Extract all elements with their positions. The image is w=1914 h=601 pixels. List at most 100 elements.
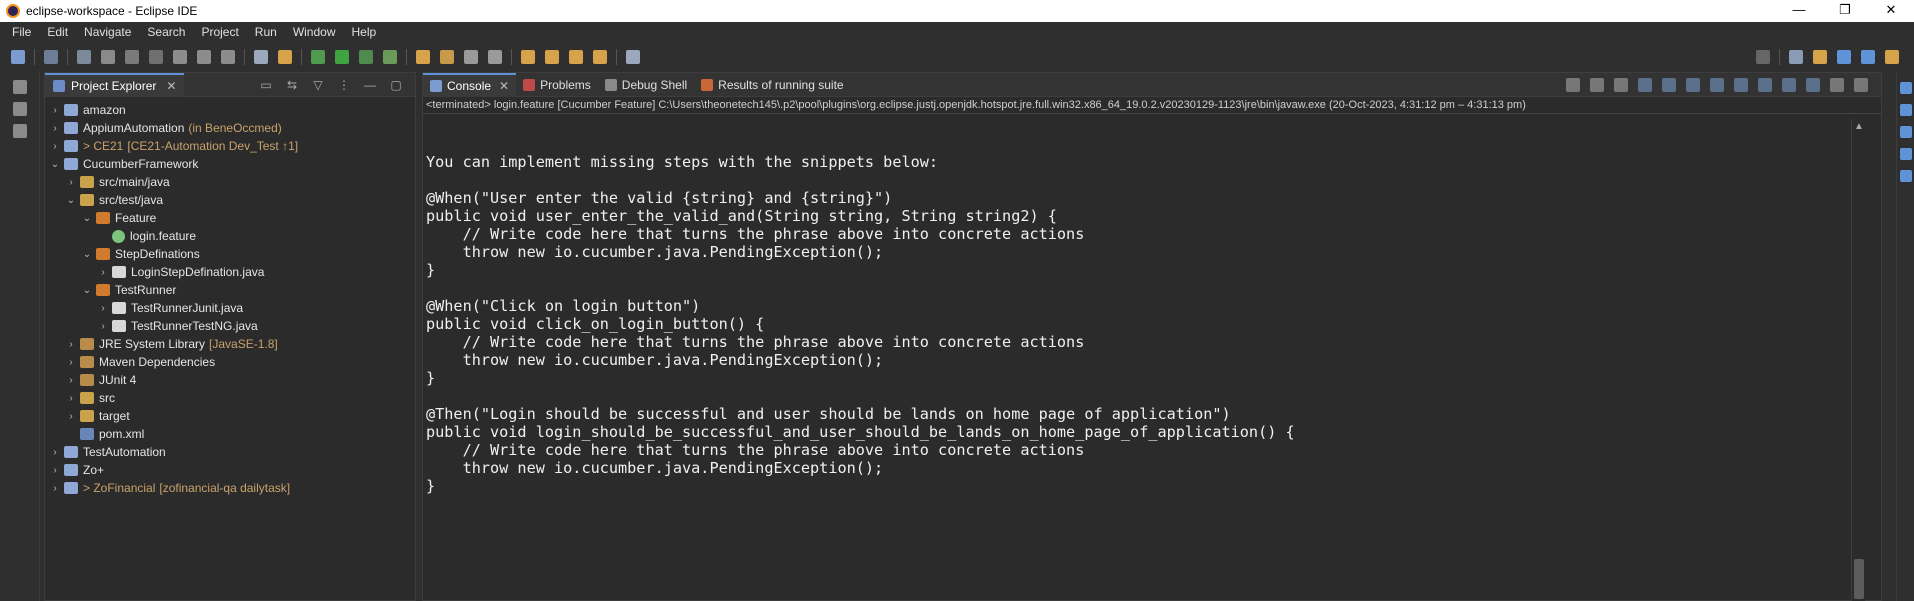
chevron-right-icon[interactable]: ›: [65, 339, 77, 350]
view-menu-icon[interactable]: ⋮: [337, 78, 351, 92]
open-perspective-icon[interactable]: [1789, 50, 1803, 64]
forward-icon[interactable]: [593, 50, 607, 64]
tab-debug-shell[interactable]: Debug Shell: [598, 73, 694, 97]
chevron-down-icon[interactable]: ⌄: [81, 213, 93, 224]
java-ee-perspective-icon[interactable]: [1813, 50, 1827, 64]
terminate-icon[interactable]: [1566, 77, 1580, 92]
close-tab-icon[interactable]: ✕: [499, 79, 509, 93]
chevron-right-icon[interactable]: ›: [49, 105, 61, 116]
chevron-right-icon[interactable]: ›: [65, 177, 77, 188]
open-console-icon[interactable]: [1806, 77, 1820, 92]
tree-node[interactable]: › > CE21 [CE21-Automation Dev_Test ↑1]: [49, 137, 298, 155]
prev-annotation-icon[interactable]: [521, 50, 535, 64]
coverage-icon[interactable]: [359, 50, 373, 64]
filter-icon[interactable]: ▽: [311, 78, 325, 92]
restore-view-icon[interactable]: [1899, 82, 1912, 94]
menu-window[interactable]: Window: [285, 25, 344, 39]
new-class-icon[interactable]: [464, 50, 478, 64]
menu-help[interactable]: Help: [344, 25, 385, 39]
chevron-right-icon[interactable]: ›: [97, 267, 109, 278]
new-icon[interactable]: [11, 50, 25, 64]
scroll-lock-icon[interactable]: [1662, 77, 1676, 92]
restore-button[interactable]: ❐: [1822, 0, 1868, 22]
open-task-icon[interactable]: [488, 50, 502, 64]
next-annotation-icon[interactable]: [545, 50, 559, 64]
tree-node[interactable]: › Maven Dependencies: [65, 353, 215, 371]
close-window-button[interactable]: ✕: [1868, 0, 1914, 22]
tree-node[interactable]: › src/main/java: [65, 173, 169, 191]
step-into-icon[interactable]: [173, 50, 187, 64]
minimize-view-icon[interactable]: [1830, 77, 1844, 92]
step-over-icon[interactable]: [197, 50, 211, 64]
chevron-down-icon[interactable]: ⌄: [65, 195, 77, 206]
tree-node[interactable]: ⌄ Feature: [81, 209, 157, 227]
chevron-right-icon[interactable]: ›: [49, 123, 61, 134]
markers-icon[interactable]: [1899, 148, 1912, 160]
pin-editor-icon[interactable]: [626, 50, 640, 64]
scrollbar-thumb[interactable]: [1854, 559, 1864, 599]
chevron-right-icon[interactable]: ›: [65, 375, 77, 386]
suspend-icon[interactable]: [101, 50, 115, 64]
task-list-icon[interactable]: [12, 124, 27, 138]
tree-node[interactable]: › src: [65, 389, 115, 407]
new-package-icon[interactable]: [440, 50, 454, 64]
menu-file[interactable]: File: [4, 25, 39, 39]
skip-breakpoints-icon[interactable]: [44, 50, 58, 64]
resume-icon[interactable]: [77, 50, 91, 64]
terminate-icon[interactable]: [125, 50, 139, 64]
tree-node[interactable]: › TestAutomation: [49, 443, 165, 461]
bookmarks-icon[interactable]: [1899, 170, 1912, 182]
chevron-right-icon[interactable]: ›: [97, 303, 109, 314]
chevron-down-icon[interactable]: ⌄: [81, 285, 93, 296]
run-icon[interactable]: [335, 50, 349, 64]
search-icon[interactable]: [1756, 50, 1770, 64]
chevron-right-icon[interactable]: ›: [49, 465, 61, 476]
console-scrollbar[interactable]: ▲: [1851, 119, 1865, 601]
disconnect-icon[interactable]: [149, 50, 163, 64]
chevron-right-icon[interactable]: ›: [97, 321, 109, 332]
step-return-icon[interactable]: [221, 50, 235, 64]
menu-search[interactable]: Search: [139, 25, 193, 39]
chevron-down-icon[interactable]: ⌄: [49, 159, 61, 170]
tree-node[interactable]: › > ZoFinancial [zofinancial-qa dailytask]: [49, 479, 290, 497]
open-type-hierarchy-icon[interactable]: [278, 50, 292, 64]
tree-node[interactable]: ⌄ StepDefinations: [81, 245, 200, 263]
tab-project-explorer[interactable]: Project Explorer ✕: [45, 72, 185, 97]
tab-results-of-running-suite[interactable]: Results of running suite: [694, 73, 850, 97]
link-with-editor-icon[interactable]: ⇆: [285, 78, 299, 92]
menu-run[interactable]: Run: [247, 25, 285, 39]
show-on-error-icon[interactable]: [1734, 77, 1748, 92]
menu-project[interactable]: Project: [193, 25, 246, 39]
collapse-all-icon[interactable]: ▭: [259, 78, 273, 92]
scroll-up-icon[interactable]: ▲: [1852, 121, 1866, 132]
menu-navigate[interactable]: Navigate: [76, 25, 139, 39]
minimize-view-icon[interactable]: —: [363, 78, 377, 92]
close-tab-icon[interactable]: ✕: [166, 79, 176, 93]
tree-node[interactable]: › TestRunnerTestNG.java: [97, 317, 257, 335]
restore-view-icon[interactable]: [12, 80, 27, 94]
tree-node[interactable]: › LoginStepDefination.java: [97, 263, 264, 281]
tree-node[interactable]: pom.xml: [65, 425, 144, 443]
maximize-view-icon[interactable]: [1854, 77, 1868, 92]
debug-perspective-icon[interactable]: [1861, 50, 1875, 64]
remove-launch-icon[interactable]: [1590, 77, 1604, 92]
chevron-right-icon[interactable]: ›: [65, 357, 77, 368]
java-perspective-icon[interactable]: [1837, 50, 1851, 64]
tree-node[interactable]: › Zo+: [49, 461, 104, 479]
outline-icon[interactable]: [1899, 104, 1912, 116]
chevron-right-icon[interactable]: ›: [49, 483, 61, 494]
chevron-right-icon[interactable]: ›: [49, 447, 61, 458]
external-tools-icon[interactable]: [383, 50, 397, 64]
tree-node[interactable]: › AppiumAutomation (in BeneOccmed): [49, 119, 281, 137]
outline-view-icon[interactable]: [12, 102, 27, 116]
chevron-right-icon[interactable]: ›: [65, 411, 77, 422]
new-java-project-icon[interactable]: [416, 50, 430, 64]
debug-icon[interactable]: [311, 50, 325, 64]
chevron-right-icon[interactable]: ›: [49, 141, 61, 152]
back-icon[interactable]: [569, 50, 583, 64]
chevron-down-icon[interactable]: ⌄: [81, 249, 93, 260]
menu-edit[interactable]: Edit: [39, 25, 76, 39]
tree-node[interactable]: ⌄ src/test/java: [65, 191, 163, 209]
word-wrap-icon[interactable]: [1686, 77, 1700, 92]
tree-node[interactable]: login.feature: [97, 227, 196, 245]
